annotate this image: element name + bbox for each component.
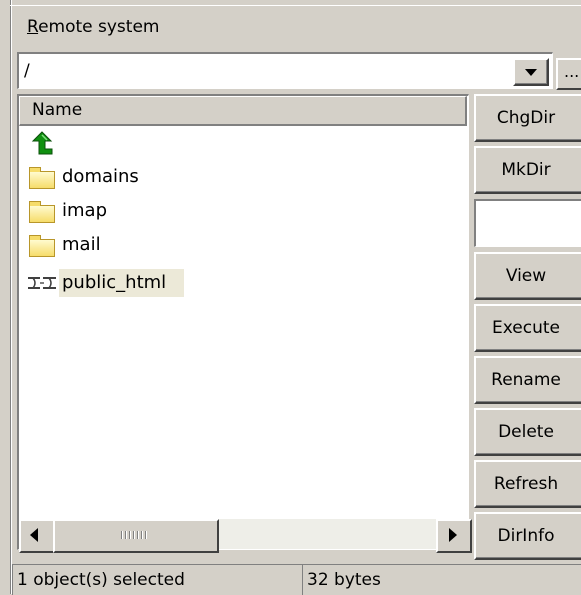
arrow-right-icon <box>449 528 457 542</box>
browse-button[interactable]: ... <box>556 58 581 90</box>
horizontal-scrollbar[interactable] <box>19 519 472 553</box>
panel-top-edge <box>10 5 581 7</box>
column-header-name[interactable]: Name <box>19 96 467 126</box>
list-item-mail[interactable]: mail <box>19 228 104 262</box>
status-size: 32 bytes <box>302 564 581 595</box>
path-value[interactable]: / <box>24 59 30 83</box>
grip-icon <box>121 531 147 539</box>
list-item-public-html[interactable]: public_html <box>19 266 185 300</box>
panel-title-accelerator: R <box>27 17 39 37</box>
list-item-imap[interactable]: imap <box>19 194 110 228</box>
arrow-left-icon <box>30 528 38 542</box>
path-combobox[interactable]: / <box>17 52 553 89</box>
panel-title-text: emote system <box>38 17 160 37</box>
file-list[interactable]: Name domains imap mail public_html <box>17 94 472 553</box>
scroll-thumb[interactable] <box>53 519 219 553</box>
execute-button[interactable]: Execute <box>474 304 581 352</box>
dirinfo-button[interactable]: DirInfo <box>474 512 581 560</box>
list-item-domains[interactable]: domains <box>19 160 142 194</box>
refresh-button[interactable]: Refresh <box>474 460 581 508</box>
list-item-label: imap <box>62 200 107 221</box>
rename-button[interactable]: Rename <box>474 356 581 404</box>
scroll-right-button[interactable] <box>436 519 472 553</box>
mkdir-button[interactable]: MkDir <box>474 146 581 194</box>
delete-button[interactable]: Delete <box>474 408 581 456</box>
up-arrow-icon <box>27 131 57 155</box>
side-blank-field <box>474 199 581 247</box>
list-item-label: public_html <box>59 269 185 297</box>
status-selection: 1 object(s) selected <box>12 564 305 595</box>
path-dropdown-button[interactable] <box>513 58 549 86</box>
list-item-label: mail <box>62 234 101 255</box>
list-item-label: domains <box>62 166 139 187</box>
folder-icon <box>27 233 57 257</box>
view-button[interactable]: View <box>474 252 581 300</box>
folder-icon <box>27 199 57 223</box>
panel-title: Remote system <box>27 15 159 39</box>
status-bar: 1 object(s) selected 32 bytes <box>12 562 581 595</box>
chevron-down-icon <box>525 69 537 76</box>
scroll-left-button[interactable] <box>19 519 55 553</box>
list-item-parent[interactable] <box>19 126 65 160</box>
link-icon <box>27 271 57 295</box>
panel-left-edge <box>10 0 12 594</box>
folder-icon <box>27 165 57 189</box>
chgdir-button[interactable]: ChgDir <box>474 94 581 142</box>
